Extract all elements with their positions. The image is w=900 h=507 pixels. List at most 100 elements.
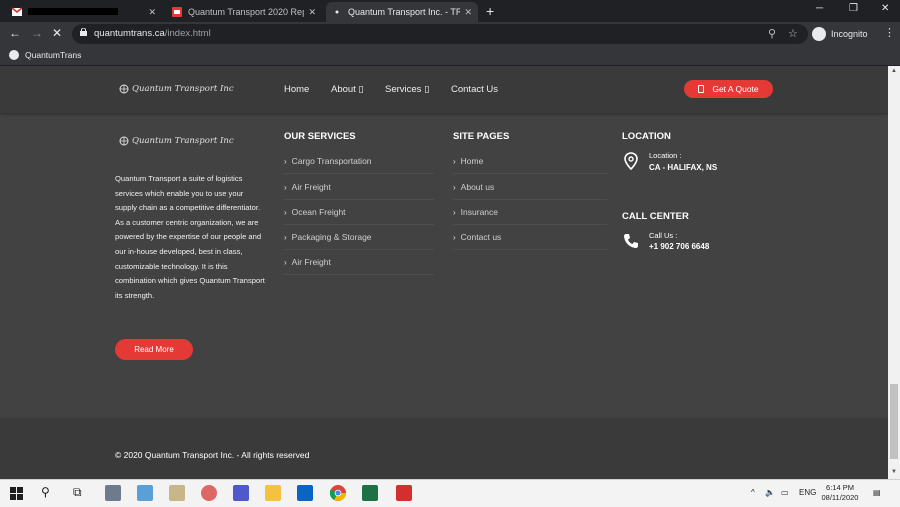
file-explorer-icon[interactable] bbox=[265, 485, 281, 501]
tab-gmail[interactable]: ✕ bbox=[6, 2, 162, 22]
scroll-down-icon[interactable]: ▼ bbox=[891, 469, 897, 475]
tab-strip: ✕ Quantum Transport 2020 Reports ✕ Quant… bbox=[0, 0, 900, 22]
phone-icon bbox=[698, 85, 705, 93]
star-icon[interactable]: ☆ bbox=[788, 27, 798, 40]
close-window-icon[interactable]: ✕ bbox=[881, 3, 889, 14]
logo-mark-icon bbox=[119, 84, 129, 94]
call-value[interactable]: +1 902 706 6648 bbox=[649, 242, 709, 251]
scroll-thumb[interactable] bbox=[890, 384, 898, 459]
app-icon[interactable] bbox=[169, 485, 185, 501]
nav-about[interactable]: About ▯ bbox=[331, 84, 364, 95]
location-label: Location : bbox=[649, 151, 682, 160]
location-value: CA - HALIFAX, NS bbox=[649, 163, 718, 172]
globe-icon bbox=[9, 50, 19, 60]
get-quote-button[interactable]: Get A Quote bbox=[684, 80, 773, 98]
calculator-icon[interactable] bbox=[105, 485, 121, 501]
url-text[interactable]: quantumtrans.ca/index.html bbox=[94, 28, 211, 39]
page-link[interactable]: › Contact us bbox=[453, 225, 607, 250]
services-title: OUR SERVICES bbox=[284, 131, 356, 142]
tab-title: Quantum Transport 2020 Reports bbox=[188, 7, 304, 17]
close-icon[interactable]: ✕ bbox=[308, 7, 316, 18]
url-path: /index.html bbox=[164, 28, 211, 39]
task-view-icon[interactable]: ⧉ bbox=[73, 485, 82, 500]
tab-quantum-active[interactable]: Quantum Transport Inc. - TRANSP ✕ bbox=[326, 2, 478, 22]
clock[interactable]: 6:14 PM 08/11/2020 bbox=[820, 483, 860, 503]
chevron-right-icon: › bbox=[284, 182, 287, 192]
footer-bar: © 2020 Quantum Transport Inc. - All righ… bbox=[0, 418, 888, 479]
page-link[interactable]: › Insurance bbox=[453, 200, 607, 225]
get-quote-label: Get A Quote bbox=[712, 84, 759, 94]
search-icon[interactable]: ⚲ bbox=[768, 27, 776, 40]
chrome-icon[interactable] bbox=[330, 485, 346, 501]
restore-icon[interactable]: ❐ bbox=[849, 3, 858, 14]
teams-icon[interactable] bbox=[233, 485, 249, 501]
chevron-right-icon: › bbox=[284, 156, 287, 166]
service-label: Ocean Freight bbox=[291, 207, 346, 217]
nav-services[interactable]: Services ▯ bbox=[385, 84, 429, 95]
address-bar[interactable]: quantumtrans.ca/index.html ⚲ ☆ bbox=[72, 24, 808, 44]
location-title: LOCATION bbox=[622, 131, 671, 142]
forward-icon[interactable]: → bbox=[31, 26, 43, 40]
language-indicator[interactable]: ENG bbox=[799, 488, 816, 497]
excel-icon[interactable] bbox=[362, 485, 378, 501]
call-label: Call Us : bbox=[649, 231, 678, 240]
call-center-title: CALL CENTER bbox=[622, 211, 689, 222]
app-icon[interactable] bbox=[137, 485, 153, 501]
clock-date: 08/11/2020 bbox=[821, 493, 859, 502]
tab-title bbox=[28, 7, 144, 17]
windows-start-icon[interactable] bbox=[10, 487, 23, 500]
chevron-right-icon: › bbox=[453, 232, 456, 242]
site-logo[interactable]: Quantum Transport Inc bbox=[119, 84, 234, 94]
nav-contact[interactable]: Contact Us bbox=[451, 84, 498, 95]
lock-icon bbox=[80, 28, 87, 36]
back-icon[interactable]: ← bbox=[9, 26, 21, 40]
chevron-up-icon[interactable]: ^ bbox=[751, 488, 755, 497]
service-label: Packaging & Storage bbox=[291, 232, 372, 242]
outlook-icon[interactable] bbox=[297, 485, 313, 501]
sheets-icon bbox=[172, 7, 182, 17]
service-link[interactable]: › Cargo Transportation bbox=[284, 149, 434, 174]
page-viewport: Quantum Transport Inc Home About ▯ Servi… bbox=[0, 66, 888, 479]
chevron-right-icon: › bbox=[284, 207, 287, 217]
stop-loading-icon[interactable]: ✕ bbox=[52, 26, 62, 40]
minimize-icon[interactable]: ─ bbox=[816, 3, 823, 14]
bookmarks-bar: QuantumTrans bbox=[0, 46, 900, 66]
nav-home[interactable]: Home bbox=[284, 84, 309, 95]
page-link[interactable]: › About us bbox=[453, 175, 607, 200]
chevron-right-icon: › bbox=[453, 182, 456, 192]
scroll-up-icon[interactable]: ▲ bbox=[891, 68, 897, 74]
chevron-right-icon: › bbox=[284, 232, 287, 242]
service-link[interactable]: › Air Freight bbox=[284, 175, 434, 200]
volume-icon[interactable]: 🔈 bbox=[765, 488, 775, 497]
service-label: Air Freight bbox=[291, 257, 331, 267]
notifications-icon[interactable]: ▤ bbox=[873, 488, 881, 497]
page-scrollbar[interactable]: ▲ ▼ bbox=[888, 66, 900, 479]
chevron-right-icon: › bbox=[284, 257, 287, 267]
service-link[interactable]: › Ocean Freight bbox=[284, 200, 434, 225]
tab-reports[interactable]: Quantum Transport 2020 Reports ✕ bbox=[166, 2, 322, 22]
page-icon bbox=[335, 10, 339, 14]
read-more-button[interactable]: Read More bbox=[115, 339, 193, 360]
pages-title: SITE PAGES bbox=[453, 131, 510, 142]
service-label: Air Freight bbox=[291, 182, 331, 192]
service-link[interactable]: › Air Freight bbox=[284, 250, 434, 275]
gmail-icon bbox=[12, 7, 22, 16]
battery-icon[interactable]: ▭ bbox=[781, 488, 789, 497]
bookmark-quantumtrans[interactable]: QuantumTrans bbox=[9, 50, 81, 60]
phone-icon bbox=[624, 234, 638, 248]
new-tab-button[interactable]: + bbox=[486, 3, 494, 19]
logo-text: Quantum Transport Inc bbox=[132, 84, 234, 94]
site-header: Quantum Transport Inc Home About ▯ Servi… bbox=[0, 66, 888, 113]
page-link[interactable]: › Home bbox=[453, 149, 607, 174]
close-icon[interactable]: ✕ bbox=[148, 7, 156, 18]
service-link[interactable]: › Packaging & Storage bbox=[284, 225, 434, 250]
menu-icon[interactable]: ⋮ bbox=[884, 26, 895, 39]
incognito-indicator[interactable]: Incognito bbox=[812, 25, 868, 43]
snipping-tool-icon[interactable] bbox=[201, 485, 217, 501]
close-icon[interactable]: ✕ bbox=[464, 7, 472, 18]
about-text: Quantum Transport a suite of logistics s… bbox=[115, 174, 265, 300]
search-icon[interactable]: ⚲ bbox=[41, 485, 50, 499]
page-label: Home bbox=[460, 156, 484, 166]
acrobat-icon[interactable] bbox=[396, 485, 412, 501]
browser-toolbar: ← → ✕ quantumtrans.ca/index.html ⚲ ☆ Inc… bbox=[0, 22, 900, 46]
